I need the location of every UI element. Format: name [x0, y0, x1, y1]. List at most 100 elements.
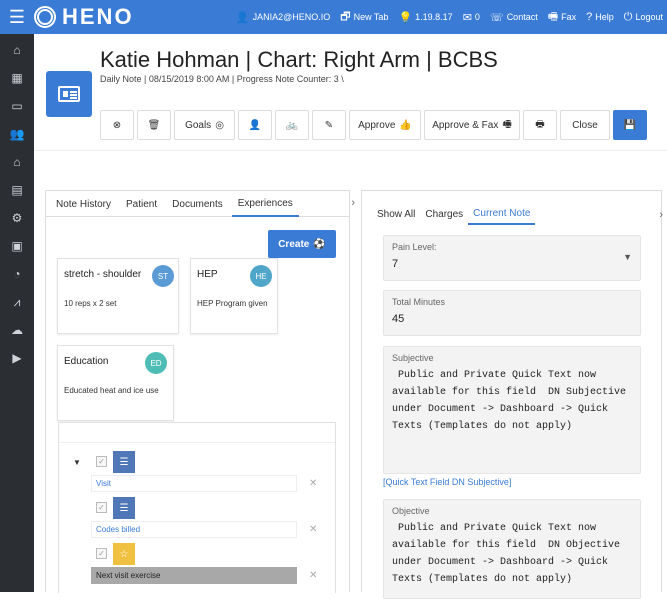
users-icon[interactable]: 👥	[0, 120, 34, 148]
brand-logo[interactable]: HENO	[34, 0, 134, 34]
checkbox[interactable]: ✓	[96, 502, 107, 513]
tree-node-label[interactable]: Visit	[91, 475, 297, 492]
hamburger-menu-icon[interactable]: ☰	[0, 0, 34, 34]
tab-show-all[interactable]: Show All	[372, 203, 420, 225]
fax-icon: 🖷	[547, 10, 559, 23]
trash-icon: 🗑	[147, 119, 161, 131]
experience-detail: 10 reps x 2 set	[64, 299, 117, 308]
cancel-button[interactable]: ⊗	[100, 110, 134, 140]
power-icon: ⏻	[623, 10, 633, 23]
toolbar: ⊗ 🗑 Goals ◎ 👤 🚲 ✎ Approve 👍 Approve & Fax 🖷…	[100, 110, 647, 140]
experience-tree: ▼ ✓ ☰ Visit ✕ ✓ ☰ Codes billed ✕ ✓ ☆ Nex…	[58, 422, 336, 593]
right-panel: Show All Charges Current Note › Pain Lev…	[361, 190, 663, 599]
experience-card[interactable]: Education ED Educated heat and ice use	[57, 345, 174, 421]
patient-button[interactable]: 👤	[238, 110, 272, 140]
close-label: Close	[572, 119, 598, 131]
remove-icon[interactable]: ✕	[309, 478, 317, 489]
logout-link[interactable]: ⏻ Logout	[624, 11, 663, 24]
fax-link[interactable]: 🖷 Fax	[548, 8, 576, 27]
fax-label: Fax	[561, 12, 577, 22]
edit-user-button[interactable]: ✎	[312, 110, 346, 140]
heno-logo-icon	[34, 6, 56, 28]
total-minutes-label: Total Minutes	[392, 297, 446, 307]
objective-text: Public and Private Quick Text now availa…	[392, 523, 621, 585]
logout-label: Logout	[635, 12, 663, 22]
checkbox[interactable]: ✓	[96, 456, 107, 467]
chevron-right-icon[interactable]: ›	[659, 209, 663, 221]
tab-experiences[interactable]: Experiences	[231, 191, 299, 217]
quick-text-link[interactable]: [Quick Text Field DN Subjective]	[383, 477, 511, 487]
remove-icon[interactable]: ✕	[309, 570, 317, 581]
cloud-icon[interactable]: ☁	[0, 316, 34, 344]
experience-title: HEP	[197, 269, 218, 280]
note-header: Katie Hohman | Chart: Right Arm | BCBS D…	[34, 34, 667, 150]
checkbox[interactable]: ✓	[96, 548, 107, 559]
left-panel: Note History Patient Documents Experienc…	[45, 190, 355, 593]
delete-button[interactable]: 🗑	[137, 110, 171, 140]
remove-icon[interactable]: ✕	[309, 524, 317, 535]
bicycle-icon: 🚲	[285, 119, 299, 131]
close-button[interactable]: Close	[560, 110, 610, 140]
new-tab-label: New Tab	[353, 12, 389, 22]
create-button[interactable]: Create ⚽	[268, 230, 336, 258]
version-label: 1.19.8.17	[415, 12, 453, 22]
experience-title: stretch - shoulder	[64, 269, 142, 280]
line-chart-icon[interactable]: ⩘	[0, 288, 34, 316]
tab-charges[interactable]: Charges	[420, 203, 468, 225]
contact-label: Contact	[506, 12, 538, 22]
brand-name: HENO	[62, 4, 134, 29]
tab-current-note[interactable]: Current Note	[468, 203, 536, 225]
avatar: ST	[152, 265, 174, 287]
pain-level-value: 7	[392, 258, 399, 270]
printer-icon: 🖶	[535, 118, 545, 130]
user-gear-icon[interactable]: ⚙	[0, 204, 34, 232]
approve-button[interactable]: Approve 👍	[349, 110, 421, 140]
pain-level-select[interactable]: Pain Level: 7 ▼	[383, 235, 641, 281]
experience-detail: Educated heat and ice use	[64, 386, 159, 395]
new-tab-link[interactable]: 🗗 New Tab	[340, 8, 388, 27]
billing-icon[interactable]: ▣	[0, 232, 34, 260]
version-link[interactable]: 💡 1.19.8.17	[398, 11, 452, 24]
home-icon[interactable]: ⌂	[0, 36, 34, 64]
chevron-right-icon[interactable]: ›	[351, 197, 355, 209]
objective-textarea[interactable]: Objective Public and Private Quick Text …	[383, 499, 641, 599]
subjective-textarea[interactable]: Subjective Public and Private Quick Text…	[383, 346, 641, 474]
caret-down-icon[interactable]: ▼	[73, 458, 81, 467]
tab-documents[interactable]: Documents	[166, 191, 229, 217]
calendar-icon[interactable]: ▦	[0, 64, 34, 92]
money-icon[interactable]: ▭	[0, 92, 34, 120]
mail-link[interactable]: ✉ 0	[463, 11, 480, 24]
tab-patient[interactable]: Patient	[120, 191, 163, 217]
user-edit-icon: ✎	[324, 119, 334, 131]
save-button[interactable]: 💾	[613, 110, 647, 140]
chart-pie-icon[interactable]: ◔	[0, 260, 34, 288]
chevron-down-icon: ▼	[623, 252, 632, 262]
total-minutes-field[interactable]: Total Minutes 45	[383, 290, 641, 336]
house-icon[interactable]: ⌂	[0, 148, 34, 176]
help-link[interactable]: ? Help	[586, 11, 614, 23]
new-tab-icon: 🗗	[340, 10, 351, 23]
approve-fax-button[interactable]: Approve & Fax 🖷	[424, 110, 520, 140]
tab-note-history[interactable]: Note History	[50, 191, 117, 217]
exercise-button[interactable]: 🚲	[275, 110, 309, 140]
page-title: Katie Hohman | Chart: Right Arm | BCBS	[100, 47, 498, 72]
experience-card[interactable]: stretch - shoulder ST 10 reps x 2 set	[57, 258, 179, 334]
goals-button[interactable]: Goals ◎	[174, 110, 235, 140]
contact-link[interactable]: ☏ Contact	[490, 11, 538, 24]
experience-card[interactable]: HEP HE HEP Program given	[190, 258, 278, 334]
help-icon: ?	[586, 11, 593, 23]
tree-node-label[interactable]: Next visit exercise	[91, 567, 297, 584]
record-icon	[46, 71, 92, 117]
phone-icon: ☏	[489, 11, 504, 24]
building-icon[interactable]: ▤	[0, 176, 34, 204]
goals-label: Goals	[185, 119, 212, 131]
mail-icon: ✉	[462, 11, 472, 24]
approve-fax-label: Approve & Fax	[432, 119, 499, 131]
tree-node-label[interactable]: Codes billed	[91, 521, 297, 538]
tree-header	[59, 423, 335, 443]
user-menu[interactable]: 👤 JANIA2@HENO.IO	[236, 11, 330, 24]
help-label: Help	[595, 12, 614, 22]
video-icon[interactable]: ▶	[0, 344, 34, 372]
print-button[interactable]: 🖶	[523, 110, 557, 140]
top-nav: 👤 JANIA2@HENO.IO 🗗 New Tab 💡 1.19.8.17 ✉ 0 ☏…	[236, 0, 663, 34]
